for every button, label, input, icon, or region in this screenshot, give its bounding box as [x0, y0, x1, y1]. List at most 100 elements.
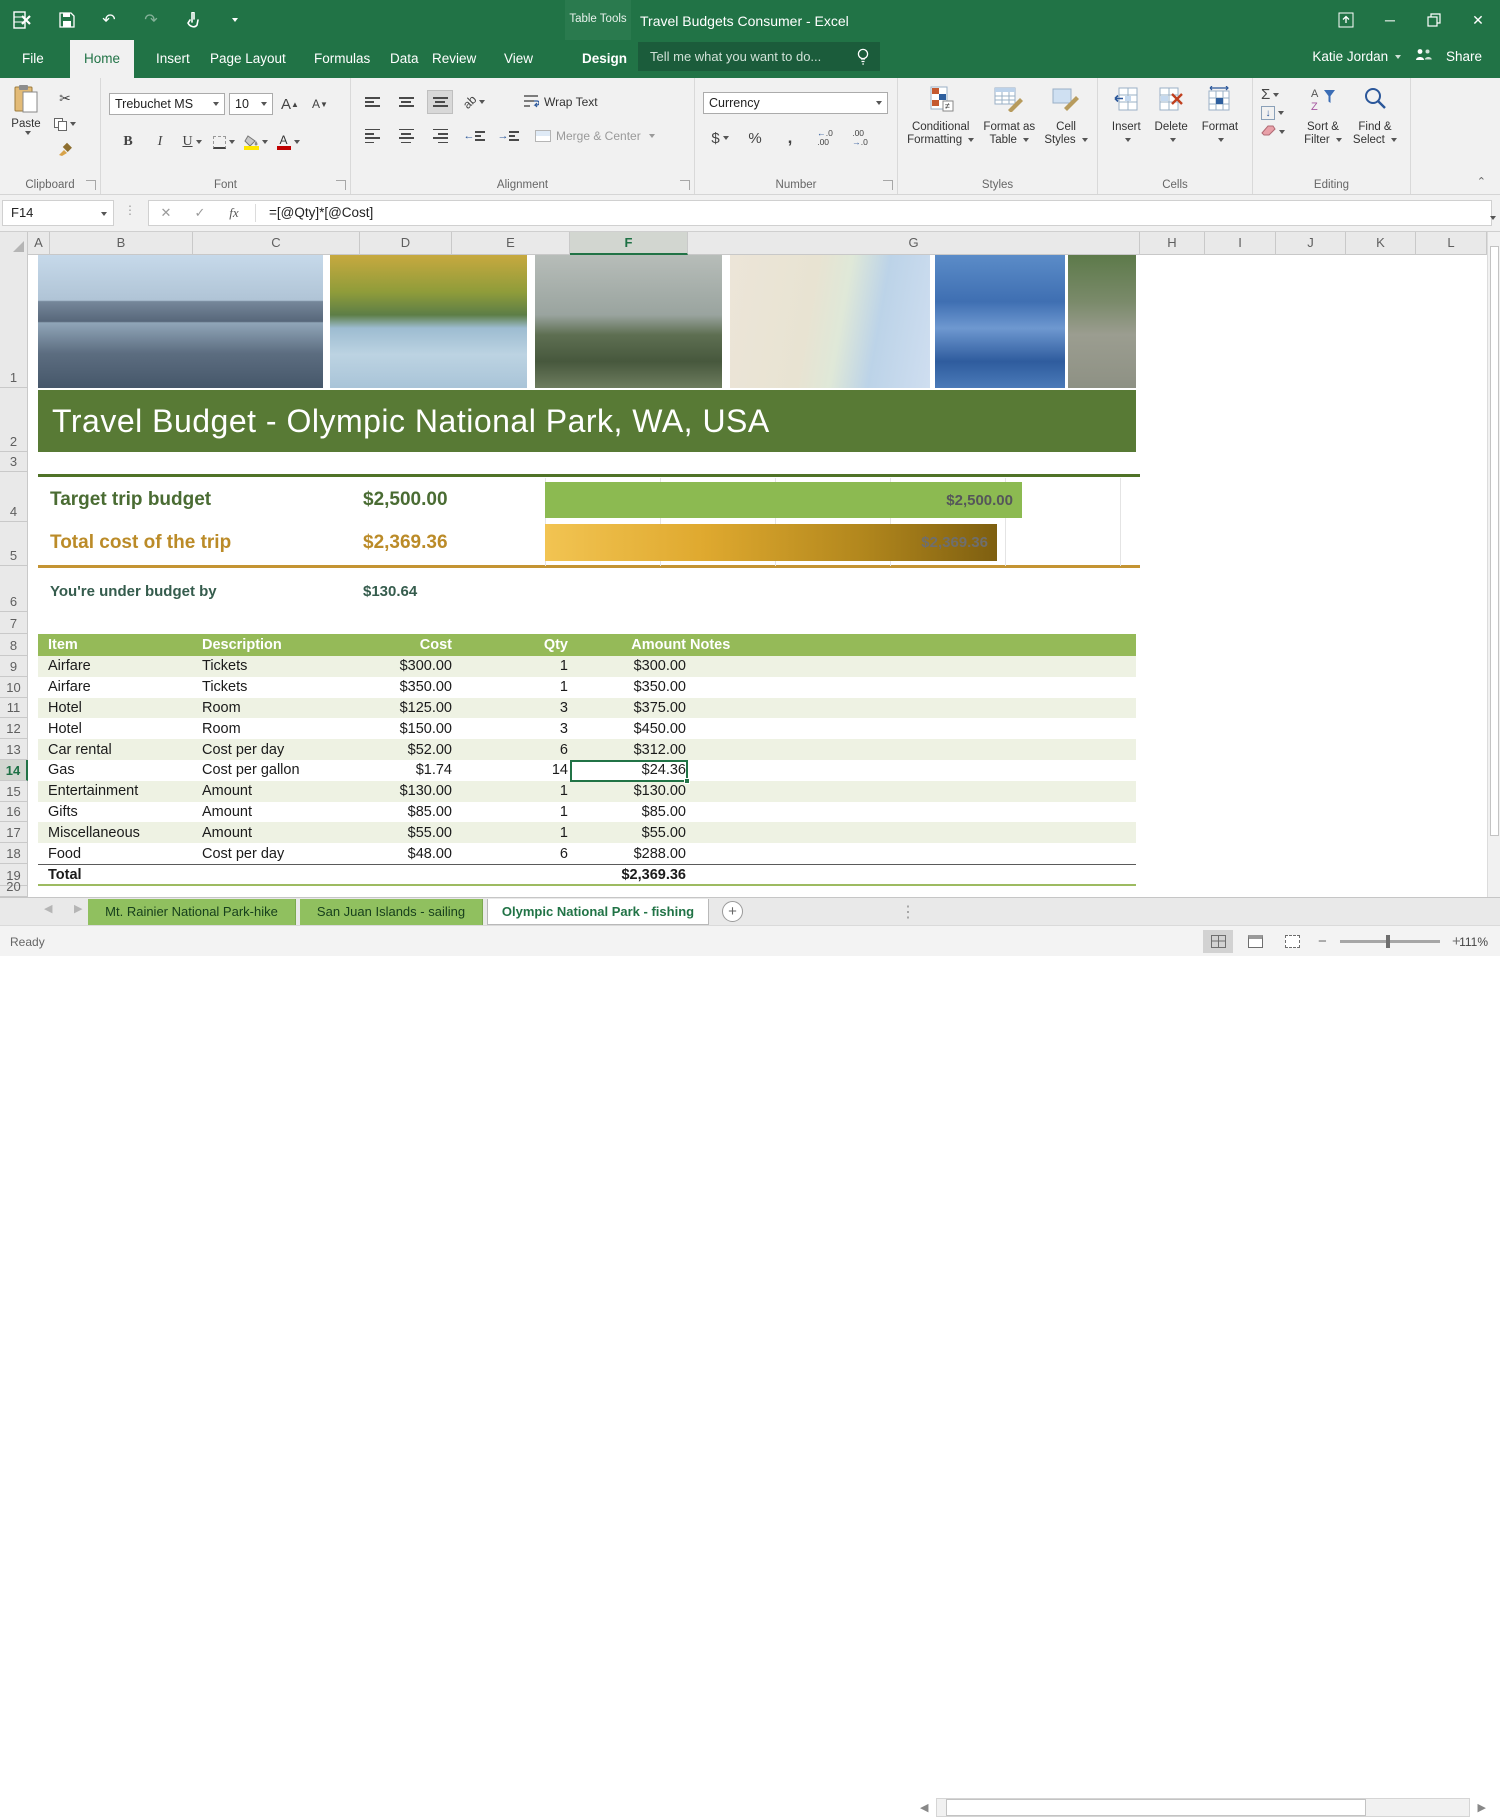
tellme-search-input[interactable]: Tell me what you want to do... — [638, 42, 880, 71]
tab-formulas[interactable]: Formulas — [300, 40, 384, 78]
alignment-dialog-launcher[interactable] — [680, 180, 690, 190]
row-header-10[interactable]: 10 — [0, 677, 28, 698]
formula-input[interactable]: ✕ ✓ fx =[@Qty]*[@Cost] — [148, 200, 1492, 226]
wrap-text-button[interactable]: Wrap Text — [523, 94, 598, 111]
hscroll-right-icon[interactable]: ▶ — [1478, 1801, 1486, 1814]
column-header-A[interactable]: A — [28, 232, 50, 255]
insert-function-icon[interactable]: fx — [219, 201, 249, 225]
cell[interactable]: Hotel — [48, 698, 198, 719]
total-cost-label[interactable]: Total cost of the trip — [50, 524, 231, 561]
formula-bar-expand-icon[interactable] — [1487, 209, 1496, 227]
worksheet-grid[interactable]: 1234567891011121314151617181920 Travel B… — [0, 255, 1500, 897]
horizontal-scrollbar-thumb[interactable] — [946, 1799, 1366, 1816]
align-right-button[interactable] — [427, 124, 453, 148]
fly-fishing-photo[interactable] — [330, 255, 527, 388]
cell[interactable]: $350.00 — [586, 677, 686, 698]
column-header-G[interactable]: G — [688, 232, 1140, 255]
heron-photo[interactable] — [535, 255, 722, 388]
olympic-peninsula-map[interactable] — [730, 255, 930, 388]
column-header-C[interactable]: C — [193, 232, 360, 255]
fill-color-button[interactable] — [243, 130, 269, 154]
selected-cell-F14[interactable] — [570, 760, 688, 782]
cell[interactable]: Car rental — [48, 739, 198, 760]
total-label[interactable]: Total — [48, 865, 198, 884]
cell[interactable]: Miscellaneous — [48, 822, 198, 843]
comma-style-button[interactable]: , — [777, 126, 803, 150]
cell[interactable]: $85.00 — [352, 802, 452, 823]
find-select-button[interactable]: Find &Select — [1349, 86, 1401, 147]
select-all-corner[interactable] — [0, 232, 28, 255]
vertical-scrollbar-thumb[interactable] — [1490, 246, 1499, 836]
cell[interactable]: Tickets — [202, 677, 352, 698]
orientation-button[interactable]: ab — [461, 90, 487, 114]
insert-cells-button[interactable]: Insert — [1112, 86, 1141, 147]
cell[interactable]: 6 — [468, 843, 568, 864]
cell[interactable]: $1.74 — [352, 760, 452, 781]
cell[interactable]: Food — [48, 843, 198, 864]
horizontal-scrollbar[interactable]: ◀ ▶ — [920, 1797, 1486, 1819]
paste-button[interactable]: Paste — [0, 84, 52, 162]
enter-formula-icon[interactable]: ✓ — [185, 201, 215, 225]
formula-bar-splitter[interactable]: ⋮ — [124, 203, 136, 217]
cell[interactable]: 1 — [468, 677, 568, 698]
cell[interactable]: Airfare — [48, 677, 198, 698]
tab-file[interactable]: File — [8, 40, 58, 78]
row-header-9[interactable]: 9 — [0, 656, 28, 677]
column-header-D[interactable]: D — [360, 232, 452, 255]
decrease-indent-button[interactable]: ← — [461, 124, 487, 148]
cell[interactable]: $450.00 — [586, 718, 686, 739]
column-header-E[interactable]: E — [452, 232, 570, 255]
zoom-slider-thumb[interactable] — [1386, 935, 1390, 948]
row-header-11[interactable]: 11 — [0, 698, 28, 719]
normal-view-button[interactable] — [1203, 930, 1233, 953]
conditional-formatting-button[interactable]: ≠ ConditionalFormatting — [907, 86, 974, 147]
tab-home[interactable]: Home — [70, 40, 134, 78]
font-name-combo[interactable]: Trebuchet MS — [109, 93, 225, 115]
cell[interactable]: Hotel — [48, 718, 198, 739]
number-format-combo[interactable]: Currency — [703, 92, 888, 114]
cell[interactable]: $312.00 — [586, 739, 686, 760]
underline-button[interactable]: U — [179, 130, 205, 154]
cell[interactable]: 6 — [468, 739, 568, 760]
cell[interactable]: $55.00 — [586, 822, 686, 843]
collapse-ribbon-icon[interactable]: ⌃ — [1477, 175, 1486, 188]
cell[interactable]: 3 — [468, 718, 568, 739]
font-dialog-launcher[interactable] — [336, 180, 346, 190]
zoom-slider[interactable] — [1340, 940, 1440, 943]
row-header-17[interactable]: 17 — [0, 822, 28, 843]
copy-button[interactable] — [52, 112, 78, 136]
user-name[interactable]: Katie Jordan — [1312, 49, 1401, 64]
sort-filter-button[interactable]: AZ Sort &Filter — [1297, 86, 1349, 147]
row-header-7[interactable]: 7 — [0, 612, 28, 634]
column-header-J[interactable]: J — [1276, 232, 1346, 255]
cell[interactable]: Amount — [202, 781, 352, 802]
cell[interactable]: Amount — [202, 802, 352, 823]
increase-font-icon[interactable]: A▲ — [277, 92, 303, 116]
fisherman-photo[interactable] — [935, 255, 1065, 388]
tab-view[interactable]: View — [490, 40, 547, 78]
cell[interactable]: Cost per day — [202, 739, 352, 760]
row-header-5[interactable]: 5 — [0, 522, 28, 566]
cell[interactable]: $288.00 — [586, 843, 686, 864]
column-header-K[interactable]: K — [1346, 232, 1416, 255]
table-header-amount[interactable]: Amount — [586, 634, 686, 656]
fill-button[interactable]: ↓ — [1261, 106, 1297, 120]
table-header-description[interactable]: Description — [202, 634, 352, 656]
accounting-format-button[interactable]: $ — [707, 126, 733, 150]
bold-button[interactable]: B — [115, 130, 141, 154]
cell[interactable]: $85.00 — [586, 802, 686, 823]
hscroll-left-icon[interactable]: ◀ — [920, 1801, 928, 1814]
column-header-F[interactable]: F — [570, 232, 688, 255]
percent-style-button[interactable]: % — [742, 126, 768, 150]
total-cost-value[interactable]: $2,369.36 — [363, 524, 448, 561]
increase-decimal-button[interactable]: ←.0.00 — [812, 126, 838, 150]
cell[interactable]: $130.00 — [352, 781, 452, 802]
row-header-15[interactable]: 15 — [0, 781, 28, 802]
row-header-1[interactable]: 1 — [0, 255, 28, 388]
cell[interactable]: Tickets — [202, 656, 352, 677]
align-center-button[interactable] — [393, 124, 419, 148]
cut-button[interactable]: ✂ — [52, 86, 78, 110]
worksheet-title-banner[interactable]: Travel Budget - Olympic National Park, W… — [38, 390, 1136, 452]
cell[interactable]: $350.00 — [352, 677, 452, 698]
page-break-view-button[interactable] — [1277, 930, 1307, 953]
